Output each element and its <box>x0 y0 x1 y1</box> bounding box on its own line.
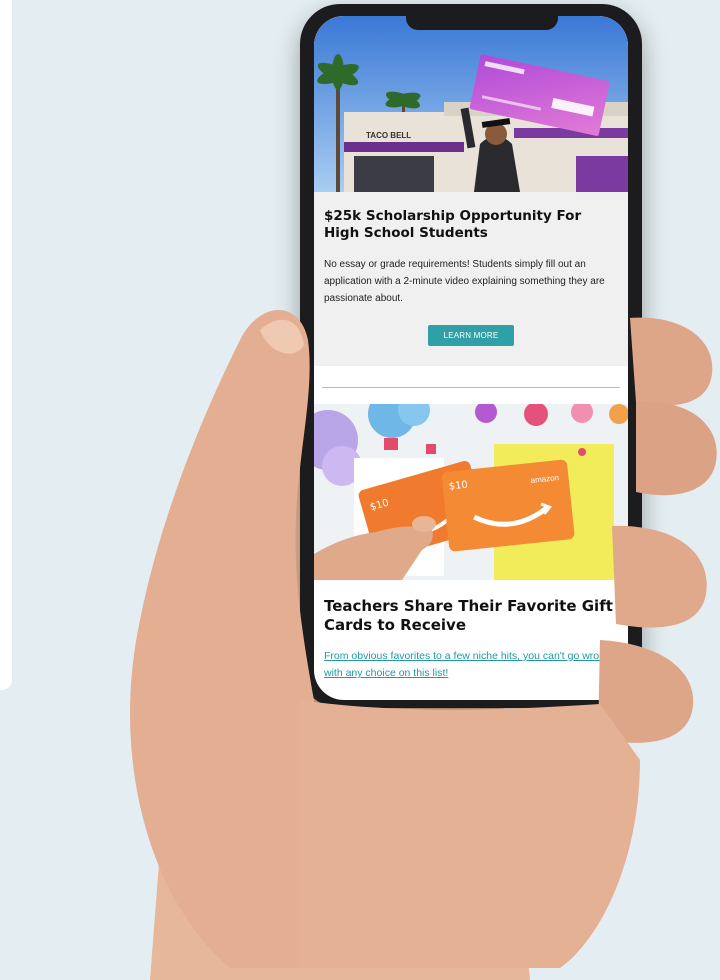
taco-bell-sign: TACO BELL <box>366 131 411 140</box>
scholarship-photo: TACO BELL <box>314 16 628 192</box>
article1-title[interactable]: $25k Scholarship Opportunity For High Sc… <box>324 208 614 242</box>
smartphone: TACO BELL $25k Scholarship Opportunity F… <box>300 4 642 708</box>
article-card-scholarship: TACO BELL $25k Scholarship Opportunity F… <box>314 16 628 366</box>
gift-card-amount: $10 <box>448 480 468 493</box>
learn-more-button[interactable]: LEARN MORE <box>428 325 514 346</box>
article1-description: No essay or grade requirements! Students… <box>324 259 605 304</box>
phone-screen: TACO BELL $25k Scholarship Opportunity F… <box>314 16 628 700</box>
article2-link[interactable]: From obvious favorites to a few niche hi… <box>324 648 624 682</box>
phone-notch <box>406 16 558 30</box>
article2-title[interactable]: Teachers Share Their Favorite Gift Cards… <box>324 597 614 635</box>
section-divider <box>322 387 620 388</box>
gift-card-photo: tr ssy $10 $10 amazon <box>314 404 628 580</box>
background-panel <box>0 0 12 690</box>
